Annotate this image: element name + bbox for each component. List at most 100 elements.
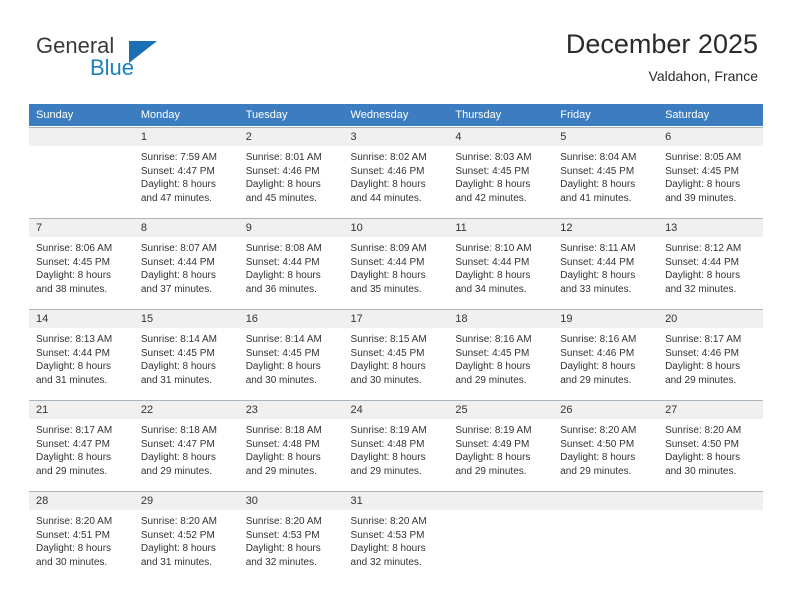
day-daylight-1-text: Daylight: 8 hours (350, 452, 426, 463)
day-cell-body: 13 Sunrise: 8:12 AM Sunset: 4:44 PM Dayligh… (658, 218, 763, 308)
calendar-day-cell[interactable]: 9 Sunrise: 8:08 AM Sunset: 4:44 PM Daylight… (238, 217, 344, 309)
calendar-day-cell[interactable]: 4 Sunrise: 8:03 AM Sunset: 4:45 PM Daylight… (448, 126, 554, 218)
day-daylight-2-text: and 32 minutes. (245, 556, 317, 568)
day-details: Sunrise: 8:11 AM Sunset: 4:44 PM Daylight:… (553, 237, 658, 296)
calendar-day-cell[interactable]: 10 Sunrise: 8:09 AM Sunset: 4:44 PM Dayligh… (343, 217, 449, 309)
day-daylight-1-text: Daylight: 8 hours (350, 361, 426, 372)
day-sunset-text: Sunset: 4:44 PM (665, 256, 739, 268)
day-sunrise-text: Sunrise: 8:06 AM (36, 243, 113, 254)
day-sunrise-text: Sunrise: 8:11 AM (560, 243, 636, 254)
day-details: Sunrise: 8:18 AM Sunset: 4:48 PM Daylight:… (239, 419, 344, 478)
day-cell-body: 5 Sunrise: 8:04 AM Sunset: 4:45 PM Daylight… (553, 127, 659, 217)
calendar-day-cell[interactable]: 13 Sunrise: 8:12 AM Sunset: 4:44 PM Dayligh… (658, 217, 763, 309)
day-details: Sunrise: 8:02 AM Sunset: 4:46 PM Daylight:… (344, 146, 449, 205)
day-sunset-text: Sunset: 4:53 PM (245, 529, 320, 541)
day-daylight-1-text: Daylight: 8 hours (455, 452, 531, 463)
calendar-day-cell[interactable]: 29 Sunrise: 8:20 AM Sunset: 4:52 PM Dayligh… (133, 490, 239, 581)
day-sunrise-text: Sunrise: 8:14 AM (245, 334, 322, 345)
day-number: 27 (658, 401, 763, 419)
day-sunset-text: Sunset: 4:45 PM (455, 347, 530, 359)
calendar-page: General Blue December 2025 Valdahon, Fra… (0, 0, 792, 612)
day-number: 28 (29, 492, 134, 510)
calendar-week-row: 7 Sunrise: 8:06 AM Sunset: 4:45 PM Daylight… (29, 217, 763, 309)
day-sunrise-text: Sunrise: 8:16 AM (455, 334, 532, 345)
day-number: 4 (448, 128, 554, 146)
day-details: Sunrise: 8:20 AM Sunset: 4:53 PM Daylight:… (239, 510, 344, 569)
calendar-day-cell[interactable]: 18 Sunrise: 8:16 AM Sunset: 4:45 PM Dayligh… (448, 308, 554, 400)
calendar-day-cell[interactable]: 23 Sunrise: 8:18 AM Sunset: 4:48 PM Dayligh… (238, 399, 344, 491)
day-number: 11 (448, 219, 554, 237)
title-block: December 2025 Valdahon, France (566, 28, 758, 86)
calendar-day-cell[interactable]: 17 Sunrise: 8:15 AM Sunset: 4:45 PM Dayligh… (343, 308, 449, 400)
day-daylight-1-text: Daylight: 8 hours (245, 270, 321, 281)
calendar-day-cell[interactable]: 20 Sunrise: 8:17 AM Sunset: 4:46 PM Dayligh… (658, 308, 763, 400)
day-number: 1 (133, 128, 239, 146)
day-number: 7 (29, 219, 134, 237)
day-cell-body: 21 Sunrise: 8:17 AM Sunset: 4:47 PM Dayligh… (29, 400, 134, 490)
calendar-day-cell[interactable]: 16 Sunrise: 8:14 AM Sunset: 4:45 PM Dayligh… (238, 308, 344, 400)
day-sunset-text: Sunset: 4:50 PM (665, 438, 739, 450)
calendar-day-cell[interactable]: 11 Sunrise: 8:10 AM Sunset: 4:44 PM Dayligh… (448, 217, 554, 309)
calendar-day-cell[interactable]: 21 Sunrise: 8:17 AM Sunset: 4:47 PM Dayligh… (29, 399, 134, 491)
calendar-day-cell[interactable]: 1 Sunrise: 7:59 AM Sunset: 4:47 PM Daylight… (133, 126, 239, 218)
day-number: 21 (29, 401, 134, 419)
calendar-day-cell[interactable]: 3 Sunrise: 8:02 AM Sunset: 4:46 PM Daylight… (343, 126, 449, 218)
calendar-day-cell[interactable]: 12 Sunrise: 8:11 AM Sunset: 4:44 PM Dayligh… (553, 217, 659, 309)
day-cell-body: 23 Sunrise: 8:18 AM Sunset: 4:48 PM Dayligh… (238, 400, 344, 490)
calendar-day-cell[interactable]: 5 Sunrise: 8:04 AM Sunset: 4:45 PM Daylight… (553, 126, 659, 218)
day-cell-body: 17 Sunrise: 8:15 AM Sunset: 4:45 PM Dayligh… (343, 309, 449, 399)
day-daylight-2-text: and 30 minutes. (36, 556, 108, 568)
weekday-header-thursday: Thursday (448, 104, 554, 127)
calendar-day-cell[interactable]: 24 Sunrise: 8:19 AM Sunset: 4:48 PM Dayligh… (343, 399, 449, 491)
day-details: Sunrise: 8:14 AM Sunset: 4:45 PM Daylight:… (134, 328, 239, 387)
calendar-day-cell[interactable]: 25 Sunrise: 8:19 AM Sunset: 4:49 PM Dayligh… (448, 399, 554, 491)
calendar-day-cell[interactable]: 19 Sunrise: 8:16 AM Sunset: 4:46 PM Dayligh… (553, 308, 659, 400)
day-daylight-2-text: and 29 minutes. (36, 465, 108, 477)
day-daylight-2-text: and 37 minutes. (140, 283, 213, 295)
calendar-day-cell[interactable]: 15 Sunrise: 8:14 AM Sunset: 4:45 PM Dayligh… (133, 308, 239, 400)
page-title: December 2025 (565, 29, 758, 59)
day-daylight-2-text: and 31 minutes. (36, 374, 108, 386)
day-details: Sunrise: 8:19 AM Sunset: 4:49 PM Daylight:… (448, 419, 553, 478)
day-sunrise-text: Sunrise: 8:19 AM (455, 425, 532, 436)
calendar-day-cell[interactable]: 7 Sunrise: 8:06 AM Sunset: 4:45 PM Daylight… (29, 217, 134, 309)
day-daylight-2-text: and 30 minutes. (245, 374, 317, 386)
day-sunrise-text: Sunrise: 8:08 AM (245, 243, 322, 254)
day-details (553, 510, 658, 515)
calendar-day-cell[interactable]: 2 Sunrise: 8:01 AM Sunset: 4:46 PM Daylight… (238, 126, 344, 218)
calendar-day-cell[interactable]: 8 Sunrise: 8:07 AM Sunset: 4:44 PM Daylight… (133, 217, 239, 309)
day-number: 20 (658, 310, 763, 328)
day-number: 2 (238, 128, 344, 146)
day-sunrise-text: Sunrise: 8:13 AM (36, 334, 113, 345)
generalblue-logo[interactable]: General Blue (32, 33, 192, 85)
calendar-day-cell[interactable]: 6 Sunrise: 8:05 AM Sunset: 4:45 PM Daylight… (658, 126, 763, 218)
day-details: Sunrise: 8:04 AM Sunset: 4:45 PM Daylight:… (553, 146, 658, 205)
day-cell-body: 26 Sunrise: 8:20 AM Sunset: 4:50 PM Dayligh… (553, 400, 659, 490)
day-number: 25 (448, 401, 554, 419)
calendar-day-cell[interactable]: 26 Sunrise: 8:20 AM Sunset: 4:50 PM Dayligh… (553, 399, 659, 491)
day-daylight-2-text: and 30 minutes. (665, 465, 737, 477)
day-details: Sunrise: 8:17 AM Sunset: 4:47 PM Daylight:… (29, 419, 134, 478)
calendar-day-cell[interactable]: 31 Sunrise: 8:20 AM Sunset: 4:53 PM Dayligh… (343, 490, 449, 581)
day-sunset-text: Sunset: 4:47 PM (140, 438, 215, 450)
day-sunset-text: Sunset: 4:47 PM (36, 438, 110, 450)
calendar-day-cell[interactable]: 14 Sunrise: 8:13 AM Sunset: 4:44 PM Dayligh… (29, 308, 134, 400)
weekday-header-row: Sunday Monday Tuesday Wednesday Thursday… (29, 104, 763, 127)
calendar-day-cell[interactable]: 27 Sunrise: 8:20 AM Sunset: 4:50 PM Dayligh… (658, 399, 763, 491)
day-number: 19 (553, 310, 659, 328)
day-details: Sunrise: 8:03 AM Sunset: 4:45 PM Daylight:… (448, 146, 553, 205)
day-daylight-1-text: Daylight: 8 hours (140, 179, 216, 190)
day-sunset-text: Sunset: 4:48 PM (245, 438, 320, 450)
day-details: Sunrise: 8:20 AM Sunset: 4:52 PM Daylight:… (134, 510, 239, 569)
day-details: Sunrise: 8:12 AM Sunset: 4:44 PM Daylight:… (658, 237, 763, 296)
day-daylight-2-text: and 31 minutes. (140, 556, 213, 568)
calendar-day-cell[interactable]: 30 Sunrise: 8:20 AM Sunset: 4:53 PM Dayligh… (238, 490, 344, 581)
day-sunrise-text: Sunrise: 8:03 AM (455, 152, 532, 163)
day-details: Sunrise: 8:20 AM Sunset: 4:50 PM Daylight:… (553, 419, 658, 478)
calendar-day-cell[interactable]: 28 Sunrise: 8:20 AM Sunset: 4:51 PM Dayligh… (29, 490, 134, 581)
day-cell-body: 22 Sunrise: 8:18 AM Sunset: 4:47 PM Dayligh… (133, 400, 239, 490)
day-cell-body: 31 Sunrise: 8:20 AM Sunset: 4:53 PM Dayligh… (343, 491, 449, 581)
day-daylight-1-text: Daylight: 8 hours (665, 452, 741, 463)
calendar-day-cell[interactable]: 22 Sunrise: 8:18 AM Sunset: 4:47 PM Dayligh… (133, 399, 239, 491)
day-number: 23 (238, 401, 344, 419)
